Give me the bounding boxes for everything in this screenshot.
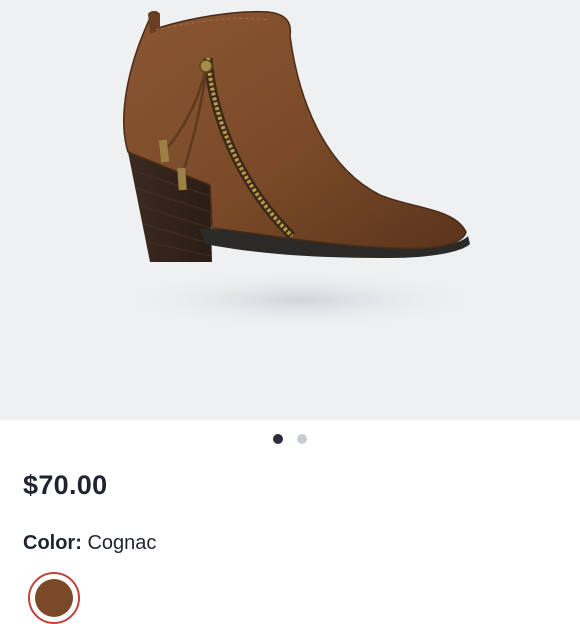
carousel-dots [0, 433, 580, 445]
color-swatch-fill [35, 579, 73, 617]
color-info: Color: Cognac [23, 532, 156, 555]
price: $70.00 [23, 470, 108, 500]
carousel-dot-1[interactable] [273, 434, 283, 444]
boot-illustration [110, 10, 490, 330]
carousel-dot-2[interactable] [297, 434, 307, 444]
product-image[interactable] [0, 0, 580, 420]
color-value: Cognac [87, 532, 157, 554]
color-label: Color: [23, 532, 82, 554]
